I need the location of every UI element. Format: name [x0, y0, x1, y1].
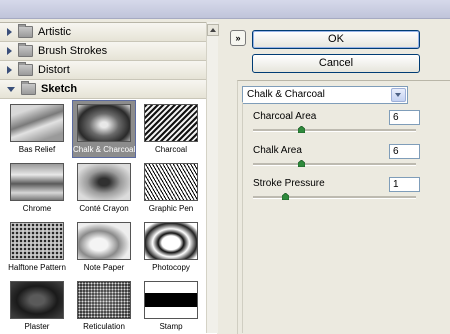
- filter-label: Halftone Pattern: [8, 263, 66, 272]
- filter-thumbnail-grid: Bas Relief Chalk & Charcoal Charcoal Chr…: [0, 99, 206, 334]
- filter-halftone-pattern[interactable]: Halftone Pattern: [6, 219, 68, 275]
- parameters-group: [242, 102, 433, 333]
- photocopy-thumbnail: [144, 222, 198, 260]
- chalk-area-label: Chalk Area: [253, 145, 302, 156]
- chalk-area-input[interactable]: 6: [389, 144, 420, 159]
- filter-label: Photocopy: [152, 263, 190, 272]
- reticulation-thumbnail: [77, 281, 131, 319]
- plaster-thumbnail: [10, 281, 64, 319]
- filter-label: Stamp: [159, 322, 183, 331]
- charcoal-area-slider-track[interactable]: [253, 129, 416, 132]
- collapse-triangle-icon: [7, 86, 15, 92]
- halftone-pattern-thumbnail: [10, 222, 64, 260]
- filter-bas-relief[interactable]: Bas Relief: [6, 101, 68, 157]
- folder-icon: [18, 24, 33, 38]
- chalk-area-slider-thumb[interactable]: [298, 160, 306, 167]
- charcoal-area-input[interactable]: 6: [389, 110, 420, 125]
- chevron-down-icon[interactable]: [391, 88, 406, 102]
- expand-triangle-icon: [7, 47, 12, 55]
- category-sketch[interactable]: Sketch: [0, 80, 206, 99]
- category-artistic[interactable]: Artistic: [0, 23, 206, 42]
- filter-reticulation[interactable]: Reticulation: [73, 278, 135, 334]
- filter-label: Conté Crayon: [79, 204, 129, 213]
- dialog-titlebar: [0, 0, 450, 19]
- chrome-thumbnail: [10, 163, 64, 201]
- filter-label: Reticulation: [83, 322, 125, 331]
- browser-scrollbar[interactable]: [206, 22, 219, 333]
- graphic-pen-thumbnail: [144, 163, 198, 201]
- filter-select-value: Chalk & Charcoal: [247, 89, 325, 100]
- chalk-area-slider-track[interactable]: [253, 163, 416, 166]
- stroke-pressure-label: Stroke Pressure: [253, 178, 325, 189]
- filter-conte-crayon[interactable]: Conté Crayon: [73, 160, 135, 216]
- charcoal-thumbnail: [144, 104, 198, 142]
- stroke-pressure-slider-track[interactable]: [253, 196, 416, 199]
- bas-relief-thumbnail: [10, 104, 64, 142]
- filter-label: Note Paper: [83, 263, 125, 272]
- filter-label: Plaster: [24, 322, 50, 331]
- filter-chalk-charcoal[interactable]: Chalk & Charcoal: [72, 100, 136, 158]
- filter-chrome[interactable]: Chrome: [6, 160, 68, 216]
- filter-label: Chrome: [22, 204, 52, 213]
- filter-browser: Artistic Brush Strokes Distort Sketch Ba…: [0, 22, 217, 334]
- category-distort[interactable]: Distort: [0, 61, 206, 80]
- charcoal-area-label: Charcoal Area: [253, 111, 317, 122]
- charcoal-area-slider-thumb[interactable]: [298, 126, 306, 133]
- note-paper-thumbnail: [77, 222, 131, 260]
- stamp-thumbnail: [144, 281, 198, 319]
- filter-plaster[interactable]: Plaster: [6, 278, 68, 334]
- filter-graphic-pen[interactable]: Graphic Pen: [140, 160, 202, 216]
- stroke-pressure-input[interactable]: 1: [389, 177, 420, 192]
- expand-triangle-icon: [7, 66, 12, 74]
- category-brush-strokes[interactable]: Brush Strokes: [0, 42, 206, 61]
- filter-photocopy[interactable]: Photocopy: [140, 219, 202, 275]
- stroke-pressure-slider-thumb[interactable]: [282, 193, 290, 200]
- filter-note-paper[interactable]: Note Paper: [73, 219, 135, 275]
- category-label: Brush Strokes: [38, 45, 108, 57]
- chalk-charcoal-thumbnail: [77, 104, 131, 142]
- ok-button[interactable]: OK: [252, 30, 420, 49]
- folder-icon: [18, 62, 33, 76]
- conte-crayon-thumbnail: [77, 163, 131, 201]
- expand-triangle-icon: [7, 28, 12, 36]
- category-label: Distort: [38, 64, 70, 76]
- folder-open-icon: [21, 81, 36, 95]
- filter-charcoal[interactable]: Charcoal: [140, 101, 202, 157]
- category-label: Sketch: [41, 83, 78, 95]
- folder-icon: [18, 43, 33, 57]
- filter-label: Charcoal: [154, 145, 187, 154]
- category-label: Artistic: [38, 26, 71, 38]
- collapse-browser-button[interactable]: »: [230, 30, 246, 46]
- filter-stamp[interactable]: Stamp: [140, 278, 202, 334]
- filter-label: Chalk & Charcoal: [73, 145, 136, 154]
- cancel-button[interactable]: Cancel: [252, 54, 420, 73]
- filter-label: Bas Relief: [18, 145, 56, 154]
- filter-label: Graphic Pen: [148, 204, 194, 213]
- scroll-up-arrow-icon[interactable]: [207, 24, 219, 36]
